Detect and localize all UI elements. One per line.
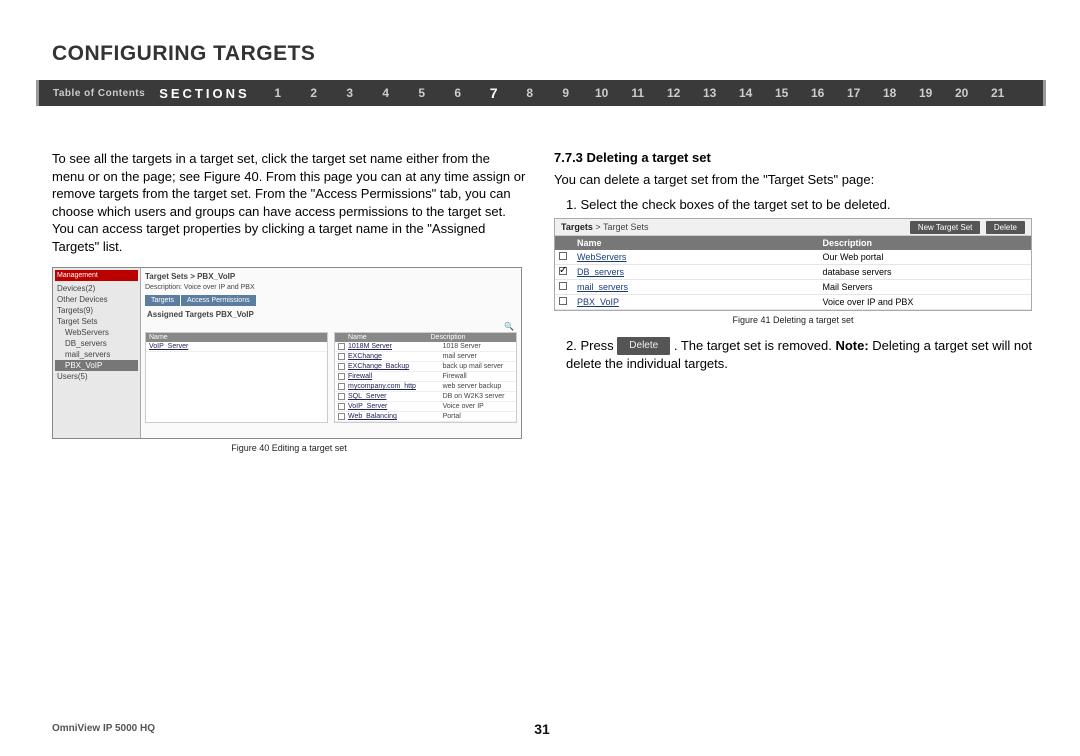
fig40-all-target-row[interactable]: mycompany.com_httpweb server backup bbox=[335, 382, 516, 392]
section-link-14[interactable]: 14 bbox=[728, 86, 764, 100]
section-link-21[interactable]: 21 bbox=[980, 86, 1016, 100]
figure-41-caption: Figure 41 Deleting a target set bbox=[554, 311, 1032, 325]
checkbox-icon[interactable] bbox=[338, 383, 345, 390]
fig40-all-target-row[interactable]: FirewallFirewall bbox=[335, 372, 516, 382]
section-link-12[interactable]: 12 bbox=[656, 86, 692, 100]
fig40-alltargets-panel: Name Description 1018M Server1018 Server… bbox=[334, 332, 517, 423]
section-link-3[interactable]: 3 bbox=[332, 86, 368, 100]
fig40-sidebar: Management Devices(2)Other DevicesTarget… bbox=[53, 268, 141, 438]
sections-label: SECTIONS bbox=[159, 86, 259, 101]
fig40-breadcrumb: Target Sets > PBX_VoIP bbox=[145, 270, 517, 283]
page-number: 31 bbox=[534, 721, 550, 737]
fig40-tab-targets[interactable]: Targets bbox=[145, 295, 180, 306]
checkbox-icon[interactable] bbox=[559, 282, 577, 292]
section-link-5[interactable]: 5 bbox=[404, 86, 440, 100]
step-2: 2. Press Delete . The target set is remo… bbox=[554, 337, 1032, 374]
section-link-1[interactable]: 1 bbox=[260, 86, 296, 100]
section-link-4[interactable]: 4 bbox=[368, 86, 404, 100]
fig40-sidebar-item[interactable]: Users(5) bbox=[55, 371, 138, 382]
fig40-sidebar-item[interactable]: WebServers bbox=[55, 327, 138, 338]
fig40-description: Description: Voice over IP and PBX bbox=[145, 283, 517, 295]
fig40-assigned-panel: Name VoIP_Server bbox=[145, 332, 328, 423]
left-column: To see all the targets in a target set, … bbox=[52, 150, 526, 453]
fig41-target-set-row[interactable]: PBX_VoIPVoice over IP and PBX bbox=[555, 295, 1031, 310]
section-link-20[interactable]: 20 bbox=[944, 86, 980, 100]
checkbox-icon[interactable] bbox=[338, 363, 345, 370]
fig40-sidebar-item[interactable]: DB_servers bbox=[55, 338, 138, 349]
checkbox-icon[interactable] bbox=[338, 373, 345, 380]
section-link-2[interactable]: 2 bbox=[296, 86, 332, 100]
page-footer: OmniView IP 5000 HQ 31 bbox=[52, 723, 1032, 734]
fig41-target-set-row[interactable]: DB_serversdatabase servers bbox=[555, 265, 1031, 280]
checkbox-icon[interactable] bbox=[559, 267, 577, 277]
toc-link[interactable]: Table of Contents bbox=[39, 88, 159, 99]
checkbox-icon[interactable] bbox=[338, 403, 345, 410]
section-link-6[interactable]: 6 bbox=[440, 86, 476, 100]
inline-delete-button: Delete bbox=[617, 337, 670, 355]
section-link-7[interactable]: 7 bbox=[476, 85, 512, 101]
fig40-sidebar-item[interactable]: Target Sets bbox=[55, 316, 138, 327]
section-link-17[interactable]: 17 bbox=[836, 86, 872, 100]
checkbox-icon[interactable] bbox=[338, 393, 345, 400]
fig41-table-header: Name Description bbox=[555, 236, 1031, 250]
checkbox-icon[interactable] bbox=[559, 297, 577, 307]
fig40-search-icon[interactable]: 🔍 bbox=[145, 321, 517, 332]
fig40-all-target-row[interactable]: Web_BalancingPortal bbox=[335, 412, 516, 422]
fig40-sidebar-item[interactable]: mail_servers bbox=[55, 349, 138, 360]
page-title: CONFIGURING TARGETS bbox=[52, 42, 315, 66]
section-link-8[interactable]: 8 bbox=[512, 86, 548, 100]
section-link-19[interactable]: 19 bbox=[908, 86, 944, 100]
fig40-all-target-row[interactable]: EXChange_Backupback up mail server bbox=[335, 362, 516, 372]
product-name: OmniView IP 5000 HQ bbox=[52, 723, 155, 734]
fig40-all-target-row[interactable]: 1018M Server1018 Server bbox=[335, 342, 516, 352]
checkbox-icon[interactable] bbox=[338, 413, 345, 420]
intro-text: To see all the targets in a target set, … bbox=[52, 150, 526, 255]
section-link-9[interactable]: 9 bbox=[548, 86, 584, 100]
section-link-15[interactable]: 15 bbox=[764, 86, 800, 100]
new-target-set-button[interactable]: New Target Set bbox=[910, 221, 981, 234]
section-heading: 7.7.3 Deleting a target set bbox=[554, 150, 1032, 165]
fig40-assigned-row[interactable]: VoIP_Server bbox=[146, 342, 327, 352]
checkbox-icon[interactable] bbox=[338, 353, 345, 360]
section-nav-bar: Table of Contents SECTIONS 1234567891011… bbox=[36, 80, 1046, 106]
fig41-target-set-row[interactable]: WebServersOur Web portal bbox=[555, 250, 1031, 265]
fig41-breadcrumb: Targets > Target Sets bbox=[561, 222, 648, 232]
fig40-sidebar-item[interactable]: Devices(2) bbox=[55, 283, 138, 294]
fig40-tab-access[interactable]: Access Permissions bbox=[181, 295, 256, 306]
delete-button[interactable]: Delete bbox=[986, 221, 1025, 234]
right-column: 7.7.3 Deleting a target set You can dele… bbox=[554, 150, 1032, 453]
figure-40: Management Devices(2)Other DevicesTarget… bbox=[52, 267, 526, 453]
figure-41: Targets > Target Sets New Target Set Del… bbox=[554, 218, 1032, 311]
checkbox-icon[interactable] bbox=[338, 343, 345, 350]
fig40-all-target-row[interactable]: EXChangemail server bbox=[335, 352, 516, 362]
figure-40-caption: Figure 40 Editing a target set bbox=[52, 439, 526, 453]
checkbox-icon[interactable] bbox=[559, 252, 577, 262]
section-link-11[interactable]: 11 bbox=[620, 86, 656, 100]
section-link-16[interactable]: 16 bbox=[800, 86, 836, 100]
section-link-10[interactable]: 10 bbox=[584, 86, 620, 100]
fig40-tabs: Targets Access Permissions bbox=[145, 295, 517, 306]
fig40-management-header: Management bbox=[55, 270, 138, 281]
fig40-sidebar-item[interactable]: PBX_VoIP bbox=[55, 360, 138, 371]
fig40-all-target-row[interactable]: VoIP_ServerVoice over IP bbox=[335, 402, 516, 412]
fig40-all-target-row[interactable]: SQL_ServerDB on W2K3 server bbox=[335, 392, 516, 402]
fig41-target-set-row[interactable]: mail_serversMail Servers bbox=[555, 280, 1031, 295]
section-link-13[interactable]: 13 bbox=[692, 86, 728, 100]
step-1: 1. Select the check boxes of the target … bbox=[554, 197, 1032, 212]
content-area: To see all the targets in a target set, … bbox=[52, 150, 1032, 453]
fig40-sidebar-item[interactable]: Targets(9) bbox=[55, 305, 138, 316]
fig40-assigned-title: Assigned Targets PBX_VoIP bbox=[145, 308, 517, 321]
delete-intro: You can delete a target set from the "Ta… bbox=[554, 171, 1032, 189]
section-link-18[interactable]: 18 bbox=[872, 86, 908, 100]
fig40-sidebar-item[interactable]: Other Devices bbox=[55, 294, 138, 305]
